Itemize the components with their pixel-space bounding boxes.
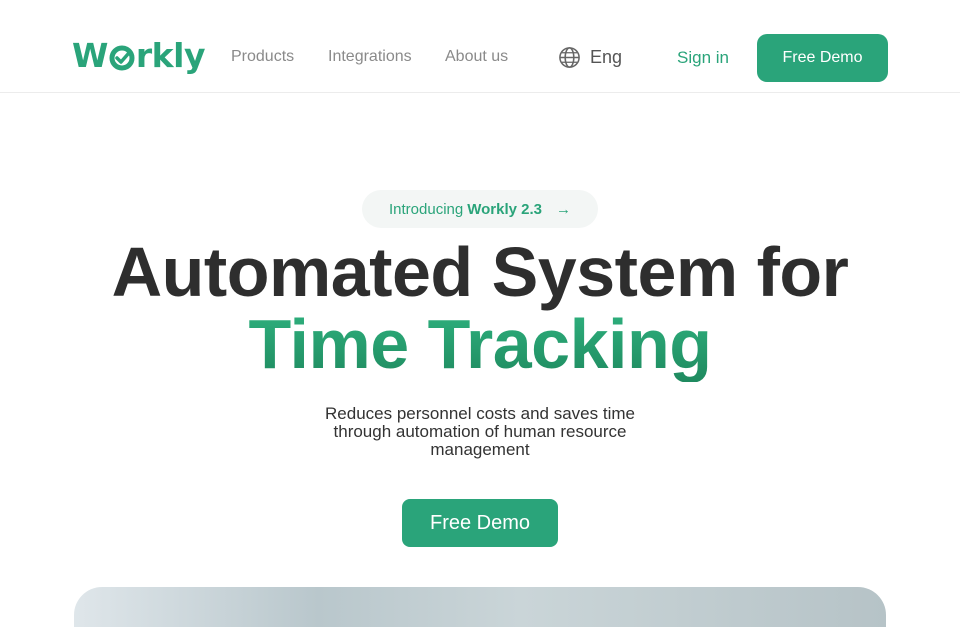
product-preview-image (74, 587, 886, 627)
arrow-right-icon: → (555, 200, 571, 218)
language-selector[interactable]: Eng (558, 46, 622, 69)
hero-subtitle-line1: Reduces personnel costs and saves time (325, 404, 635, 423)
nav-products[interactable]: Products (231, 47, 294, 67)
hero-subtitle: Reduces personnel costs and saves time t… (300, 405, 660, 459)
sign-in-link[interactable]: Sign in (677, 48, 729, 68)
hero-subtitle-line3: management (430, 440, 530, 459)
globe-icon (559, 47, 580, 68)
badge-prefix: Introducing (389, 200, 464, 218)
logo-text-start: W (72, 36, 108, 75)
hero-free-demo-button[interactable]: Free Demo (402, 499, 558, 547)
language-label: Eng (590, 47, 623, 67)
header-free-demo-button[interactable]: Free Demo (757, 34, 888, 82)
hero-title-line1: Automated System for (111, 233, 849, 311)
hero-title-line2: Time Tracking (0, 306, 960, 382)
nav-integrations[interactable]: Integrations (328, 47, 412, 67)
hero-subtitle-line2: through automation of human resource (333, 422, 627, 441)
badge-product: Workly 2.3 (467, 200, 542, 218)
workly-logo[interactable]: W rkly (72, 36, 205, 76)
nav-about-us[interactable]: About us (445, 47, 508, 67)
site-header: W rkly Products Integrations About us En… (0, 0, 960, 93)
logo-check-icon (109, 45, 135, 71)
logo-text-end: rkly (135, 36, 206, 75)
release-badge[interactable]: Introducing Workly 2.3 → (362, 190, 598, 228)
